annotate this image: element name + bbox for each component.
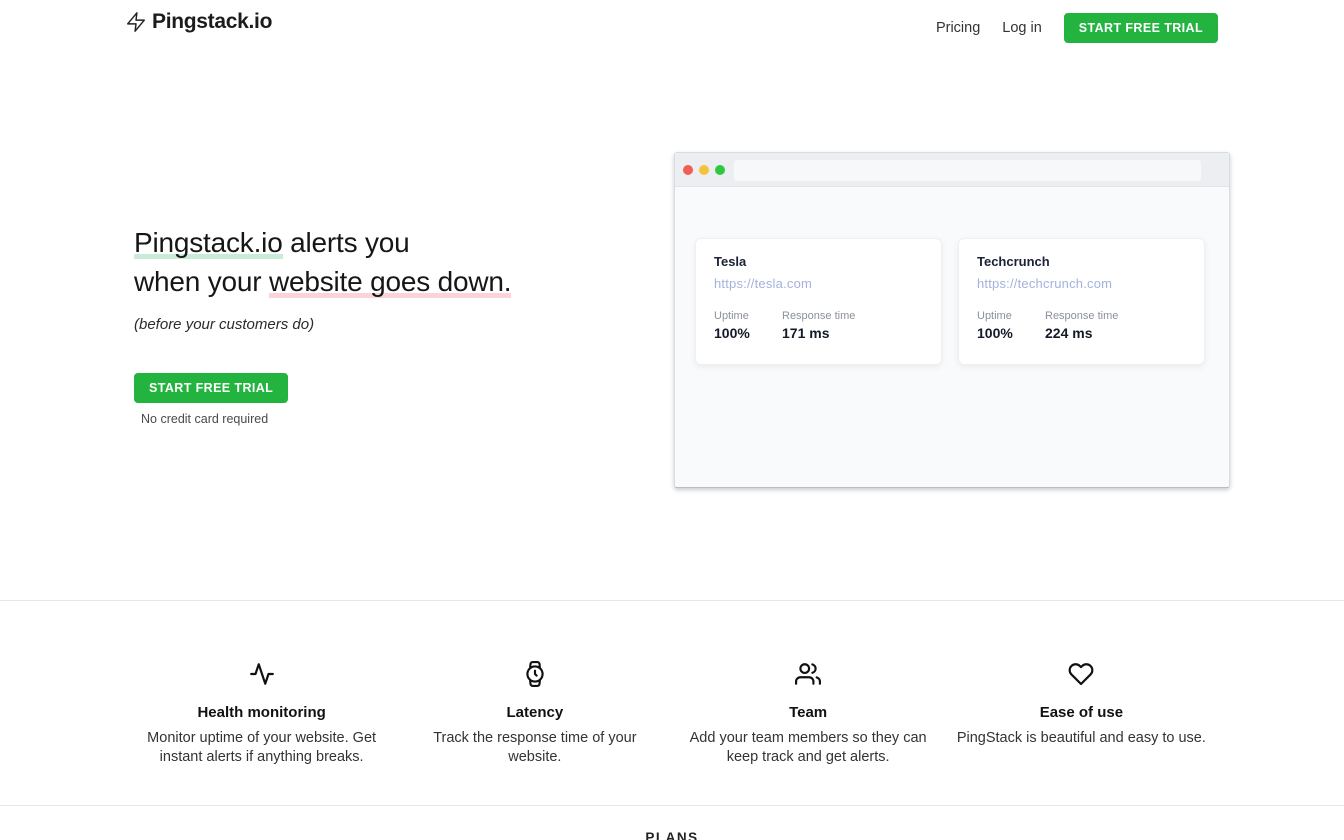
feature-description: Track the response time of your website. (407, 729, 663, 767)
maximize-window-icon (715, 165, 725, 175)
no-credit-card-note: No credit card required (141, 412, 654, 426)
top-nav: Pricing Log in START FREE TRIAL (936, 13, 1218, 43)
site-name: Tesla (714, 254, 923, 269)
nav-start-trial-button[interactable]: START FREE TRIAL (1064, 13, 1218, 43)
users-icon (672, 661, 945, 685)
hero-section: Pingstack.io alerts you when your websit… (134, 224, 654, 426)
brand-logo[interactable]: Pingstack.io (125, 10, 272, 34)
response-time-value: 171 ms (782, 325, 855, 341)
feature-team: Team Add your team members so they can k… (672, 600, 945, 805)
uptime-label: Uptime (977, 310, 1045, 322)
browser-mockup: Tesla https://tesla.com Uptime 100% Resp… (674, 152, 1230, 488)
watch-icon (398, 661, 671, 685)
feature-title: Health monitoring (125, 704, 398, 721)
hero-heading-rest: alerts you (283, 227, 410, 258)
response-time-label: Response time (1045, 310, 1118, 322)
hero-highlight-brand: Pingstack.io (134, 227, 283, 259)
site-url: https://tesla.com (714, 276, 923, 291)
brand-name: Pingstack.io (152, 10, 272, 34)
header: Pingstack.io Pricing Log in START FREE T… (0, 0, 1344, 54)
feature-description: Add your team members so they can keep t… (680, 729, 936, 767)
zap-icon (125, 11, 147, 33)
feature-title: Team (672, 704, 945, 721)
monitor-card-tesla: Tesla https://tesla.com Uptime 100% Resp… (695, 238, 942, 365)
activity-icon (125, 661, 398, 685)
site-name: Techcrunch (977, 254, 1186, 269)
uptime-value: 100% (714, 325, 782, 341)
hero-heading: Pingstack.io alerts you when your websit… (134, 224, 654, 301)
browser-url-bar (734, 160, 1201, 181)
hero-heading-prefix: when your (134, 266, 269, 297)
uptime-value: 100% (977, 325, 1045, 341)
browser-titlebar (675, 153, 1229, 187)
minimize-window-icon (699, 165, 709, 175)
feature-title: Ease of use (945, 704, 1218, 721)
site-url: https://techcrunch.com (977, 276, 1186, 291)
plans-top-divider (0, 805, 1344, 806)
hero-highlight-down: website goes down. (269, 266, 511, 298)
uptime-label: Uptime (714, 310, 782, 322)
traffic-light-dots (683, 165, 725, 175)
feature-title: Latency (398, 704, 671, 721)
close-window-icon (683, 165, 693, 175)
response-time-value: 224 ms (1045, 325, 1118, 341)
nav-login-link[interactable]: Log in (1002, 14, 1042, 42)
hero-subtitle: (before your customers do) (134, 316, 654, 333)
feature-latency: Latency Track the response time of your … (398, 600, 671, 805)
plans-section-heading: PLANS (0, 830, 1344, 840)
nav-pricing-link[interactable]: Pricing (936, 14, 980, 42)
hero-start-trial-button[interactable]: START FREE TRIAL (134, 373, 288, 403)
browser-content: Tesla https://tesla.com Uptime 100% Resp… (675, 187, 1229, 365)
features-section: Health monitoring Monitor uptime of your… (125, 600, 1218, 805)
monitor-card-techcrunch: Techcrunch https://techcrunch.com Uptime… (958, 238, 1205, 365)
feature-health-monitoring: Health monitoring Monitor uptime of your… (125, 600, 398, 805)
feature-description: Monitor uptime of your website. Get inst… (134, 729, 390, 767)
response-time-label: Response time (782, 310, 855, 322)
landing-page: Pingstack.io Pricing Log in START FREE T… (0, 0, 1344, 840)
feature-ease-of-use: Ease of use PingStack is beautiful and e… (945, 600, 1218, 805)
feature-description: PingStack is beautiful and easy to use. (953, 729, 1209, 748)
heart-icon (945, 661, 1218, 685)
